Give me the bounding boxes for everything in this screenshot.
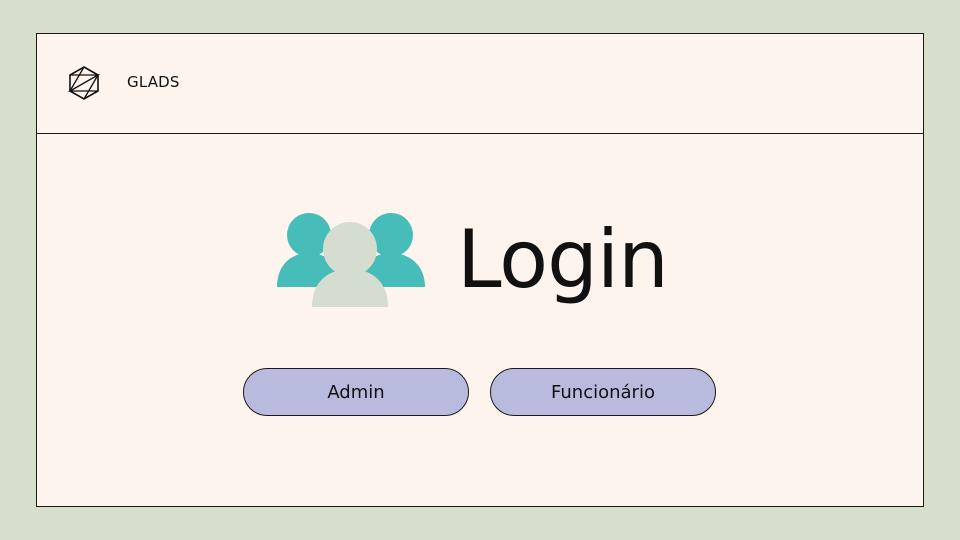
admin-login-button[interactable]: Admin — [243, 368, 469, 416]
hexagon-logo-icon — [67, 66, 101, 100]
employee-login-button[interactable]: Funcionário — [490, 368, 716, 416]
login-card: GLADS Login Admin Funcionário — [36, 33, 924, 507]
header-bar: GLADS — [37, 34, 923, 134]
users-group-icon — [277, 213, 425, 307]
brand-name: GLADS — [127, 73, 180, 91]
page-title: Login — [457, 213, 669, 306]
